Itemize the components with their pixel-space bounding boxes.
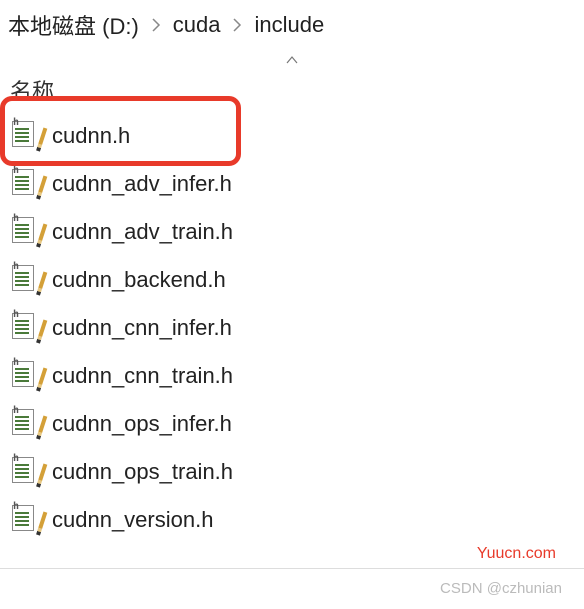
header-file-icon	[12, 169, 38, 199]
header-file-icon	[12, 265, 38, 295]
file-name: cudnn_version.h	[52, 507, 213, 533]
breadcrumb[interactable]: 本地磁盘 (D:) cuda include	[0, 0, 584, 50]
watermark-yuucn: Yuucn.com	[477, 545, 556, 563]
file-name: cudnn_ops_infer.h	[52, 411, 232, 437]
header-file-icon	[12, 121, 38, 151]
file-name: cudnn_backend.h	[52, 267, 226, 293]
breadcrumb-item-drive[interactable]: 本地磁盘 (D:)	[4, 9, 143, 41]
divider	[0, 568, 584, 569]
column-header-name[interactable]: 名称	[0, 70, 584, 112]
file-name: cudnn_adv_infer.h	[52, 171, 232, 197]
file-row[interactable]: cudnn_adv_infer.h	[6, 160, 578, 208]
file-name: cudnn_adv_train.h	[52, 219, 233, 245]
file-row[interactable]: cudnn_ops_train.h	[6, 448, 578, 496]
file-name: cudnn_cnn_infer.h	[52, 315, 232, 341]
file-row[interactable]: cudnn_ops_infer.h	[6, 400, 578, 448]
breadcrumb-item-cuda[interactable]: cuda	[169, 12, 225, 38]
chevron-right-icon[interactable]	[224, 18, 250, 32]
file-row[interactable]: cudnn_backend.h	[6, 256, 578, 304]
file-row[interactable]: cudnn.h	[6, 112, 578, 160]
header-file-icon	[12, 217, 38, 247]
header-file-icon	[12, 505, 38, 535]
header-file-icon	[12, 313, 38, 343]
file-name: cudnn.h	[52, 123, 130, 149]
file-row[interactable]: cudnn_version.h	[6, 496, 578, 544]
header-file-icon	[12, 361, 38, 391]
file-row[interactable]: cudnn_cnn_infer.h	[6, 304, 578, 352]
breadcrumb-item-include[interactable]: include	[250, 12, 328, 38]
watermark-csdn: CSDN @czhunian	[440, 580, 562, 597]
collapse-caret-icon[interactable]	[0, 50, 584, 70]
file-row[interactable]: cudnn_cnn_train.h	[6, 352, 578, 400]
file-name: cudnn_ops_train.h	[52, 459, 233, 485]
file-list: cudnn.h cudnn_adv_infer.h cudnn_adv_train.…	[0, 112, 584, 544]
chevron-right-icon[interactable]	[143, 18, 169, 32]
file-name: cudnn_cnn_train.h	[52, 363, 233, 389]
header-file-icon	[12, 457, 38, 487]
file-row[interactable]: cudnn_adv_train.h	[6, 208, 578, 256]
header-file-icon	[12, 409, 38, 439]
